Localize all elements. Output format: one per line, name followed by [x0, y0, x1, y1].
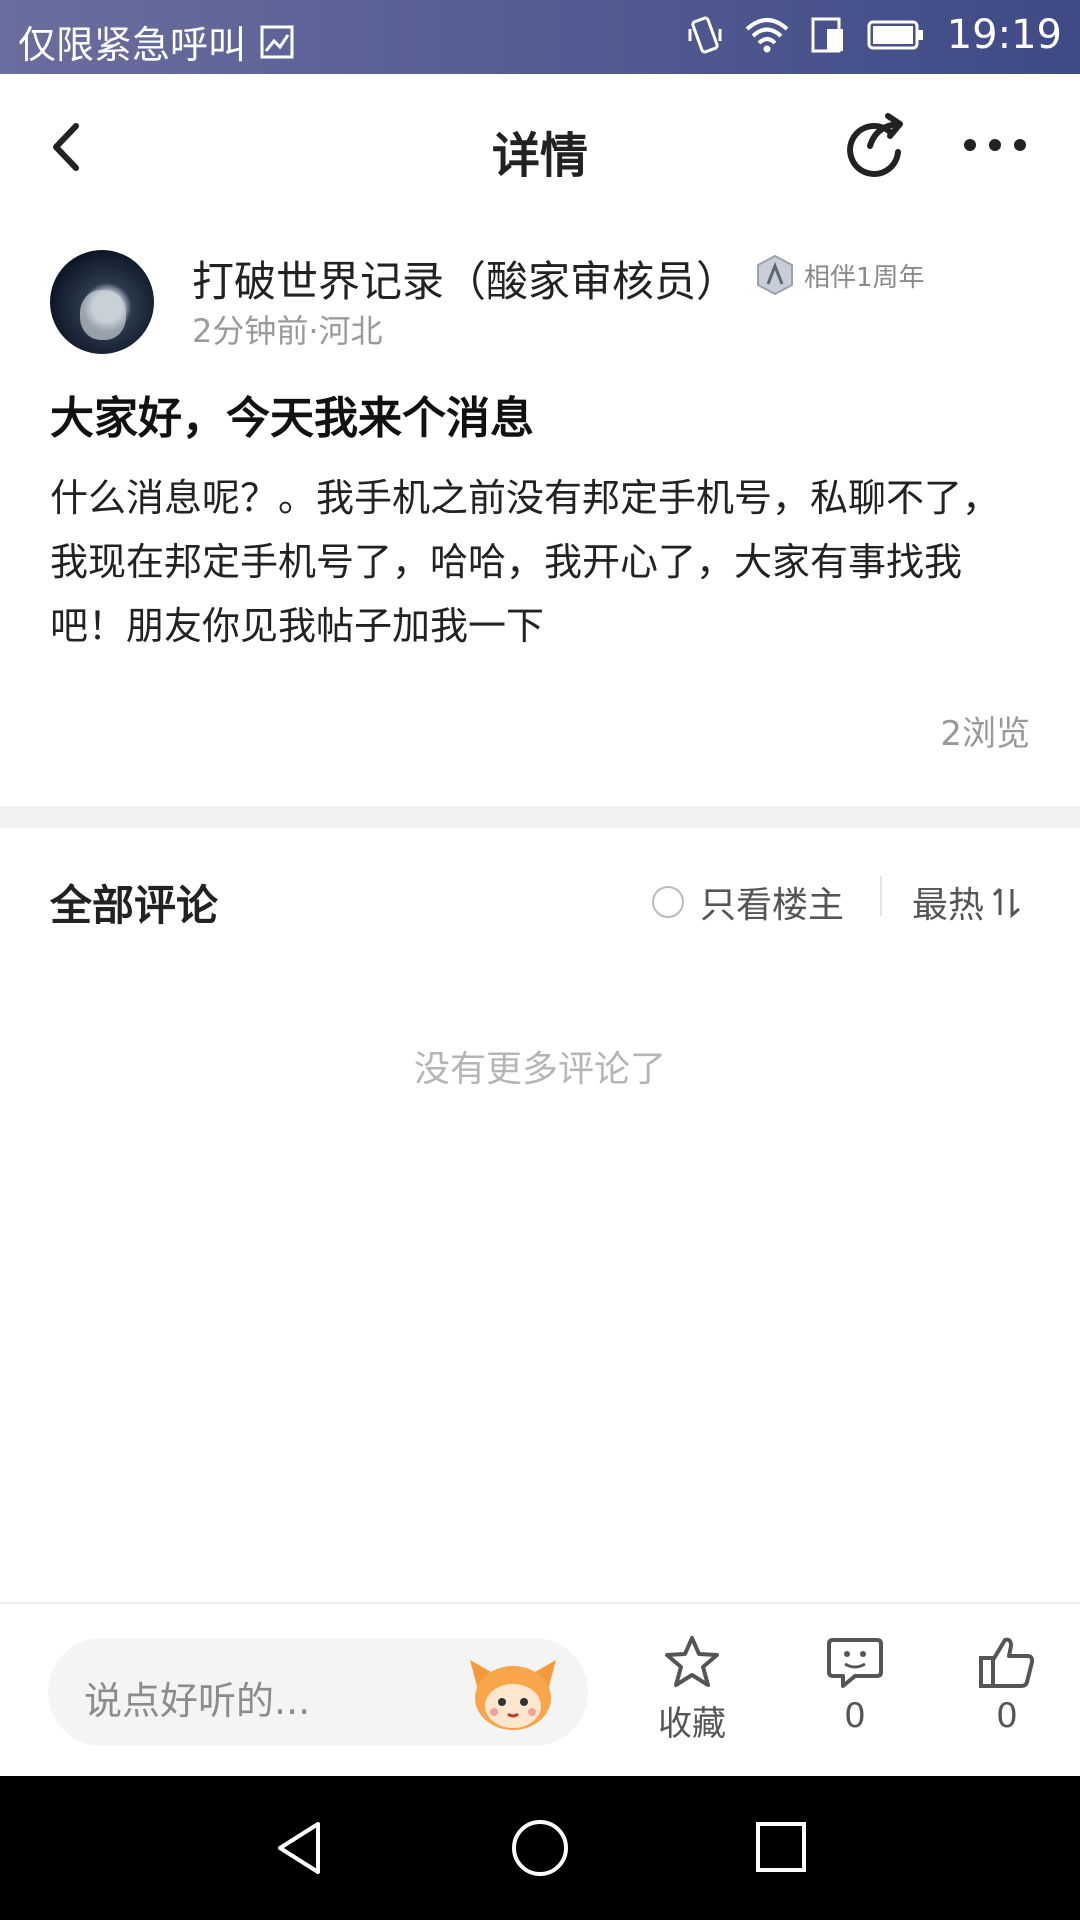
post-title: 大家好，今天我来个消息 [50, 393, 534, 444]
home-circle-icon[interactable] [508, 1818, 572, 1882]
vibrate-icon [688, 16, 722, 54]
battery-icon [867, 20, 923, 50]
author-name[interactable]: 打破世界记录（酸家审核员） [192, 248, 738, 309]
bottom-action-bar: 说点好听的... 收藏 0 0 [0, 1602, 1080, 1778]
mascot-emoji-icon[interactable] [468, 1650, 558, 1734]
op-only-label: 只看楼主 [700, 885, 845, 926]
nav-back-triangle-icon[interactable] [270, 1818, 330, 1878]
op-only-toggle[interactable]: 只看楼主 [652, 876, 844, 928]
comment-button[interactable]: 0 [795, 1634, 915, 1736]
header-separator [880, 876, 882, 916]
comments-title: 全部评论 [50, 881, 219, 930]
wifi-icon [745, 18, 789, 53]
carrier-text: 仅限紧急呼叫 [18, 23, 247, 67]
thumbs-up-icon [979, 1637, 1035, 1688]
favorite-label: 收藏 [658, 1704, 726, 1744]
star-icon [665, 1636, 719, 1687]
favorite-button[interactable]: 收藏 [632, 1634, 752, 1745]
comments-header: 全部评论 只看楼主 最热 [0, 828, 1080, 968]
comment-placeholder: 说点好听的... [84, 1679, 311, 1723]
status-bar: 仅限紧急呼叫 19:19 [0, 0, 1080, 74]
radio-icon[interactable] [652, 886, 684, 918]
page-title: 详情 [491, 128, 588, 184]
image-icon [260, 25, 294, 58]
empty-comments-text: 没有更多评论了 [413, 1049, 666, 1090]
sort-label: 最热 [912, 885, 985, 926]
post-body: 什么消息呢？。我手机之前没有邦定手机号，私聊不了，我现在邦定手机号了，哈哈，我开… [50, 476, 1001, 648]
nav-bar: 详情 [0, 74, 1080, 220]
section-divider [0, 806, 1080, 828]
sim-icon [811, 17, 843, 53]
post-meta: 2分钟前·河北 [192, 312, 383, 350]
like-count: 0 [996, 1696, 1018, 1736]
view-count: 2浏览 [940, 714, 1030, 754]
recents-square-icon[interactable] [752, 1818, 812, 1878]
comment-count: 0 [844, 1696, 866, 1736]
sort-icon [992, 887, 1020, 919]
comment-icon [827, 1638, 883, 1688]
sort-toggle[interactable]: 最热 [912, 876, 1022, 928]
badge-icon [757, 254, 793, 296]
clock: 19:19 [946, 12, 1062, 58]
share-icon[interactable] [840, 110, 910, 180]
more-icon[interactable] [960, 110, 1030, 180]
badge-text: 相伴1周年 [804, 262, 925, 293]
author-row: 打破世界记录（酸家审核员） 相伴1周年 2分钟前·河北 [50, 250, 1040, 360]
system-nav-bar [0, 1776, 1080, 1920]
anniversary-badge: 相伴1周年 [756, 254, 925, 296]
comment-input[interactable]: 说点好听的... [48, 1638, 588, 1746]
like-button[interactable]: 0 [947, 1634, 1067, 1736]
avatar[interactable] [50, 250, 154, 354]
